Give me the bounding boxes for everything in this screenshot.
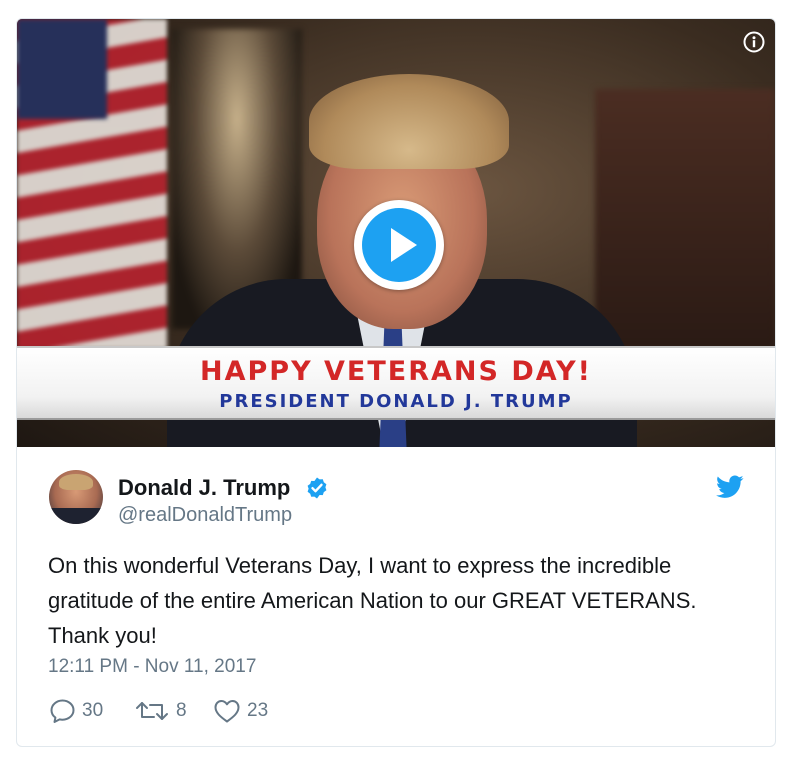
reply-button[interactable]: 30	[49, 698, 103, 724]
avatar-hair	[59, 474, 93, 490]
retweet-icon	[136, 702, 168, 720]
heart-icon	[214, 700, 240, 723]
like-count: 23	[247, 700, 269, 721]
play-icon	[391, 228, 417, 262]
tweet-text: On this wonderful Veterans Day, I want t…	[48, 553, 697, 648]
retweet-count: 8	[176, 700, 187, 721]
flag-canton	[17, 19, 107, 119]
speaker-hair	[309, 74, 509, 169]
tweet-card: HAPPY VETERANS DAY! PRESIDENT DONALD J. …	[16, 18, 776, 747]
author-name[interactable]: Donald J. Trump	[118, 475, 290, 501]
video-player[interactable]: HAPPY VETERANS DAY! PRESIDENT DONALD J. …	[17, 19, 775, 447]
video-caption-banner: HAPPY VETERANS DAY! PRESIDENT DONALD J. …	[17, 346, 775, 420]
banner-title: HAPPY VETERANS DAY!	[200, 356, 592, 387]
reply-count: 30	[82, 700, 104, 721]
room-background	[595, 89, 775, 349]
banner-subtitle: PRESIDENT DONALD J. TRUMP	[219, 391, 573, 412]
play-button[interactable]	[354, 200, 444, 290]
tweet-timestamp[interactable]: 12:11 PM - Nov 11, 2017	[48, 656, 256, 678]
info-icon[interactable]	[743, 31, 765, 53]
reply-icon	[50, 699, 75, 723]
author-handle[interactable]: @realDonaldTrump	[118, 504, 292, 527]
verified-badge-icon	[307, 477, 327, 499]
twitter-bird-icon[interactable]	[716, 475, 744, 499]
avatar-suit	[49, 508, 103, 524]
like-button[interactable]: 23	[213, 698, 268, 724]
retweet-button[interactable]: 8	[134, 698, 187, 724]
avatar[interactable]	[49, 470, 103, 524]
play-button-circle	[362, 208, 436, 282]
